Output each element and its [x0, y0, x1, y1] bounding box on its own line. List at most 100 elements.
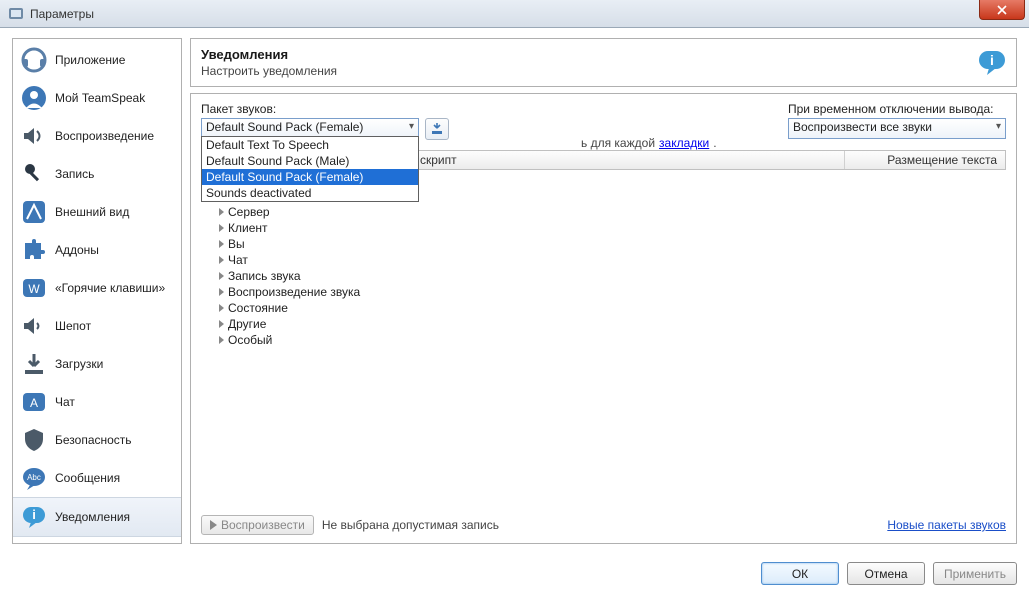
sidebar-item-security[interactable]: Безопасность	[13, 421, 181, 459]
sidebar-item-label: Загрузки	[55, 357, 103, 371]
svg-text:A: A	[30, 396, 38, 410]
sidebar-item-application[interactable]: Приложение	[13, 41, 181, 79]
sidebar-item-label: Внешний вид	[55, 205, 129, 219]
expand-icon[interactable]	[219, 208, 224, 216]
content-panel: Пакет звуков: Default Sound Pack (Female…	[190, 93, 1017, 544]
sound-pack-selected: Default Sound Pack (Female)	[206, 120, 363, 134]
tree-node[interactable]: Воспроизведение звука	[201, 284, 1006, 300]
sidebar-item-label: Аддоны	[55, 243, 99, 257]
sidebar-item-capture[interactable]: Запись	[13, 155, 181, 193]
table-col-script[interactable]: скрипт	[412, 151, 845, 169]
expand-icon[interactable]	[219, 272, 224, 280]
sound-pack-field: Пакет звуков: Default Sound Pack (Female…	[201, 102, 449, 140]
app-icon	[8, 6, 24, 22]
output-mode-selected: Воспроизвести все звуки	[793, 120, 932, 134]
settings-window: Параметры Приложение Мой TeamSpeak Воспр…	[0, 0, 1029, 593]
play-button[interactable]: Воспроизвести	[201, 515, 314, 535]
cancel-button[interactable]: Отмена	[847, 562, 925, 585]
svg-text:W: W	[28, 282, 40, 296]
sidebar-item-whisper[interactable]: Шепот	[13, 307, 181, 345]
tree-node[interactable]: Запись звука	[201, 268, 1006, 284]
page-header: Уведомления Настроить уведомления i	[190, 38, 1017, 87]
svg-text:i: i	[990, 52, 994, 68]
sidebar-item-label: Мой TeamSpeak	[55, 91, 145, 105]
expand-icon[interactable]	[219, 240, 224, 248]
sidebar-item-hotkeys[interactable]: W «Горячие клавиши»	[13, 269, 181, 307]
svg-text:Abc: Abc	[27, 473, 41, 482]
output-mode-field: При временном отключении вывода: Воспрои…	[788, 102, 1006, 140]
sidebar-item-downloads[interactable]: Загрузки	[13, 345, 181, 383]
event-tree[interactable]: Подключение Канал Сервер Клиент Вы Чат З…	[201, 170, 1006, 509]
expand-icon[interactable]	[219, 224, 224, 232]
puzzle-icon	[21, 237, 47, 263]
sidebar-item-chat[interactable]: A Чат	[13, 383, 181, 421]
sidebar-item-label: Приложение	[55, 53, 125, 67]
tree-node[interactable]: Чат	[201, 252, 1006, 268]
body: Приложение Мой TeamSpeak Воспроизведение…	[0, 28, 1029, 554]
tree-node[interactable]: Особый	[201, 332, 1006, 348]
sidebar-item-messages[interactable]: Abc Сообщения	[13, 459, 181, 497]
output-mode-combo[interactable]: Воспроизвести все звуки	[788, 118, 1006, 139]
sidebar-item-design[interactable]: Внешний вид	[13, 193, 181, 231]
output-mode-label: При временном отключении вывода:	[788, 102, 1006, 116]
tab-hint-partial: ь для каждой закладки.	[581, 136, 717, 150]
sidebar-item-label: Сообщения	[55, 471, 120, 485]
dropdown-option[interactable]: Sounds deactivated	[202, 185, 418, 201]
close-button[interactable]	[979, 0, 1025, 20]
headset-icon	[21, 47, 47, 73]
speaker-icon	[21, 123, 47, 149]
tree-node[interactable]: Клиент	[201, 220, 1006, 236]
expand-icon[interactable]	[219, 256, 224, 264]
sidebar-item-label: Шепот	[55, 319, 91, 333]
tree-node[interactable]: Состояние	[201, 300, 1006, 316]
svg-text:i: i	[32, 507, 36, 522]
expand-icon[interactable]	[219, 336, 224, 344]
tree-node[interactable]: Сервер	[201, 204, 1006, 220]
key-w-icon: W	[21, 275, 47, 301]
sidebar-item-myteamspeak[interactable]: Мой TeamSpeak	[13, 79, 181, 117]
sidebar-item-label: Воспроизведение	[55, 129, 154, 143]
dropdown-option[interactable]: Default Sound Pack (Male)	[202, 153, 418, 169]
apply-button[interactable]: Применить	[933, 562, 1017, 585]
bookmark-link[interactable]: закладки	[659, 136, 709, 150]
sidebar-item-label: Запись	[55, 167, 94, 181]
design-icon	[21, 199, 47, 225]
sidebar-item-label: Чат	[55, 395, 75, 409]
user-circle-icon	[21, 85, 47, 111]
dropdown-option[interactable]: Default Text To Speech	[202, 137, 418, 153]
sidebar-item-label: Уведомления	[55, 510, 130, 524]
download-icon	[21, 351, 47, 377]
dropdown-option-selected[interactable]: Default Sound Pack (Female)	[202, 169, 418, 185]
tree-node[interactable]: Другие	[201, 316, 1006, 332]
ok-button[interactable]: ОК	[761, 562, 839, 585]
sidebar-item-label: Безопасность	[55, 433, 132, 447]
page-subtitle: Настроить уведомления	[201, 64, 978, 78]
shield-icon	[21, 427, 47, 453]
sound-pack-settings-button[interactable]	[425, 118, 449, 140]
chat-a-icon: A	[21, 389, 47, 415]
table-col-text-location[interactable]: Размещение текста	[845, 151, 1005, 169]
titlebar[interactable]: Параметры	[0, 0, 1029, 28]
page-title: Уведомления	[201, 47, 978, 62]
expand-icon[interactable]	[219, 304, 224, 312]
info-bubble-icon: i	[978, 49, 1006, 77]
speech-abc-icon: Abc	[21, 465, 47, 491]
info-bubble-icon: i	[21, 504, 47, 530]
sidebar-item-notifications[interactable]: i Уведомления	[13, 497, 181, 537]
main: Уведомления Настроить уведомления i Паке…	[190, 38, 1017, 544]
expand-icon[interactable]	[219, 288, 224, 296]
settings-row: Пакет звуков: Default Sound Pack (Female…	[201, 102, 1006, 140]
window-title: Параметры	[30, 7, 94, 21]
dialog-footer: ОК Отмена Применить	[0, 554, 1029, 593]
sidebar-item-playback[interactable]: Воспроизведение	[13, 117, 181, 155]
play-icon	[210, 520, 217, 530]
new-sound-packs-link[interactable]: Новые пакеты звуков	[887, 518, 1006, 532]
tree-node[interactable]: Вы	[201, 236, 1006, 252]
expand-icon[interactable]	[219, 320, 224, 328]
sidebar-item-addons[interactable]: Аддоны	[13, 231, 181, 269]
playback-row: Воспроизвести Не выбрана допустимая запи…	[201, 515, 1006, 535]
sound-pack-dropdown[interactable]: Default Text To Speech Default Sound Pac…	[201, 136, 419, 202]
sidebar: Приложение Мой TeamSpeak Воспроизведение…	[12, 38, 182, 544]
whisper-icon	[21, 313, 47, 339]
playback-note: Не выбрана допустимая запись	[322, 518, 499, 532]
